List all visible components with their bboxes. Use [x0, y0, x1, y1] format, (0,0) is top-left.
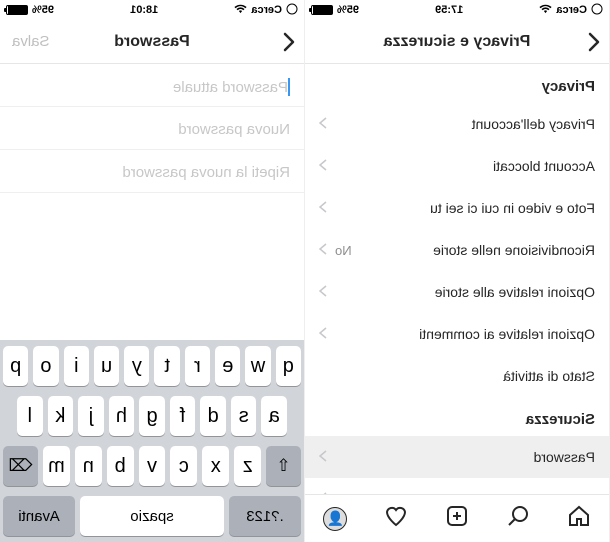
key-n[interactable]: n	[75, 446, 102, 486]
status-bar: Cerca 17:59 95%	[305, 0, 609, 20]
row-activity-status[interactable]: Stato di attività	[305, 355, 609, 397]
key-p[interactable]: p	[3, 346, 28, 386]
key-u[interactable]: u	[94, 346, 119, 386]
current-password-field[interactable]: Password attuale	[0, 64, 304, 107]
key-d[interactable]: d	[200, 396, 226, 436]
row-privacy-account[interactable]: Privacy dell'account	[305, 103, 609, 145]
row-photos-of-you[interactable]: Foto e video in cui ci sei tu	[305, 187, 609, 229]
bottom-tab-bar: 👤	[305, 494, 609, 542]
chevron-right-icon	[319, 450, 327, 465]
placeholder-text: Password attuale	[173, 79, 288, 96]
key-k[interactable]: k	[48, 396, 74, 436]
settings-content: Privacy Privacy dell'account Account blo…	[305, 64, 609, 494]
key-numbers[interactable]: .?123	[229, 496, 301, 536]
carrier-label: Cerca	[556, 4, 587, 16]
row-password[interactable]: Password	[305, 436, 609, 478]
section-header-privacy: Privacy	[305, 64, 609, 103]
chevron-right-icon	[319, 159, 327, 174]
phone-password-screen: Cerca 18:01 95% Password Salva Password …	[0, 0, 305, 542]
key-r[interactable]: r	[185, 346, 210, 386]
battery-pct: 95%	[337, 4, 359, 16]
phone-privacy-screen: Cerca 17:59 95% Privacy e sicurezza Priv…	[305, 0, 610, 542]
chevron-right-icon	[319, 117, 327, 132]
row-label: Privacy dell'account	[472, 116, 595, 132]
key-l[interactable]: l	[17, 396, 43, 436]
key-q[interactable]: q	[276, 346, 301, 386]
placeholder-text: Nuova password	[178, 121, 290, 138]
nav-header: Privacy e sicurezza	[305, 20, 609, 64]
row-trailing: No	[335, 243, 352, 258]
key-f[interactable]: f	[170, 396, 196, 436]
row-blocked-accounts[interactable]: Account bloccati	[305, 145, 609, 187]
profile-tab-avatar[interactable]: 👤	[323, 507, 347, 531]
wifi-icon	[234, 4, 247, 17]
key-a[interactable]: a	[261, 396, 287, 436]
key-s[interactable]: s	[231, 396, 257, 436]
nav-header: Password Salva	[0, 20, 304, 64]
page-title: Password	[114, 33, 190, 51]
wifi-icon	[539, 4, 552, 17]
location-icon	[286, 3, 298, 18]
new-password-field[interactable]: Nuova password	[0, 107, 304, 150]
key-e[interactable]: e	[215, 346, 240, 386]
password-form: Password attuale Nuova password Ripeti l…	[0, 64, 304, 340]
status-bar: Cerca 18:01 95%	[0, 0, 304, 20]
battery-icon	[311, 5, 333, 15]
chevron-right-icon	[319, 243, 327, 258]
key-v[interactable]: v	[139, 446, 166, 486]
row-label: Password	[534, 449, 595, 465]
row-label: Stato di attività	[503, 368, 595, 384]
key-shift[interactable]: ⇧	[266, 446, 301, 486]
repeat-password-field[interactable]: Ripeti la nuova password	[0, 150, 304, 193]
key-space[interactable]: spazio	[80, 496, 224, 536]
key-j[interactable]: j	[78, 396, 104, 436]
carrier-label: Cerca	[251, 4, 282, 16]
key-c[interactable]: c	[170, 446, 197, 486]
search-tab-icon[interactable]	[506, 504, 530, 533]
key-x[interactable]: x	[202, 446, 229, 486]
back-button[interactable]	[282, 32, 296, 52]
key-g[interactable]: g	[139, 396, 165, 436]
row-saved-login[interactable]: Informazioni di accesso salvate	[305, 478, 609, 494]
key-o[interactable]: o	[33, 346, 58, 386]
key-m[interactable]: m	[43, 446, 70, 486]
status-time: 17:59	[435, 4, 463, 16]
battery-pct: 95%	[32, 4, 54, 16]
home-tab-icon[interactable]	[567, 504, 591, 533]
row-label: Foto e video in cui ci sei tu	[430, 200, 595, 216]
key-t[interactable]: t	[155, 346, 180, 386]
row-label: Ricondivisione nelle storie	[433, 242, 595, 258]
key-w[interactable]: w	[245, 346, 270, 386]
key-backspace[interactable]: ⌫	[3, 446, 38, 486]
chevron-right-icon	[319, 201, 327, 216]
chevron-right-icon	[319, 327, 327, 342]
chevron-right-icon	[319, 285, 327, 300]
section-header-sicurezza: Sicurezza	[305, 397, 609, 436]
row-comment-options[interactable]: Opzioni relative ai commenti	[305, 313, 609, 355]
status-time: 18:01	[130, 4, 158, 16]
placeholder-text: Ripeti la nuova password	[122, 164, 290, 181]
activity-tab-icon[interactable]	[384, 504, 408, 533]
save-button[interactable]: Salva	[12, 33, 50, 50]
page-title: Privacy e sicurezza	[384, 33, 531, 51]
row-story-options[interactable]: Opzioni relative alle storie	[305, 271, 609, 313]
row-label: Opzioni relative alle storie	[435, 284, 595, 300]
row-label: Account bloccati	[493, 158, 595, 174]
key-h[interactable]: h	[109, 396, 135, 436]
text-caret	[288, 78, 290, 96]
key-next[interactable]: Avanti	[3, 496, 75, 536]
battery-icon	[6, 5, 28, 15]
back-button[interactable]	[587, 32, 601, 52]
location-icon	[591, 3, 603, 18]
key-z[interactable]: z	[234, 446, 261, 486]
row-label: Opzioni relative ai commenti	[419, 326, 595, 342]
row-story-resharing[interactable]: Ricondivisione nelle storie No	[305, 229, 609, 271]
add-tab-icon[interactable]	[445, 504, 469, 533]
key-b[interactable]: b	[107, 446, 134, 486]
key-i[interactable]: i	[64, 346, 89, 386]
ios-keyboard: q w e r t y u i o p a s d f g h j k l ⇧ …	[0, 340, 304, 542]
key-y[interactable]: y	[124, 346, 149, 386]
